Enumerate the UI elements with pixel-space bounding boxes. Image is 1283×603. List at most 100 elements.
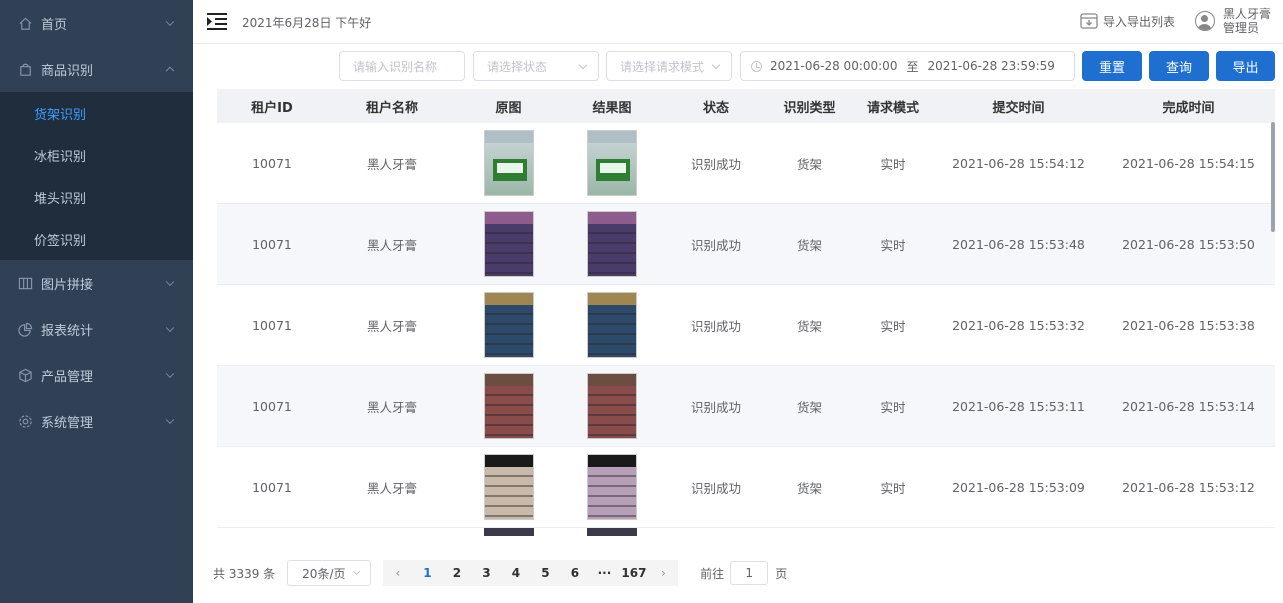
chevron-down-icon [165,323,175,333]
chevron-down-icon [165,17,175,27]
date-range-picker[interactable]: 2021-06-28 00:00:00 至 2021-06-28 23:59:5… [740,51,1075,81]
sidebar-item-reports[interactable]: 报表统计 [0,306,193,352]
chevron-down-icon [353,567,361,576]
goto-page-input[interactable]: 1 [730,561,769,585]
import-export-list-link[interactable]: 导入导出列表 [1079,11,1175,31]
image-thumbnail-partial [483,528,534,536]
tenant-name-cell: 黑人牙膏 [366,156,417,172]
submit-time-cell: 2021-06-28 15:53:48 [952,236,1085,252]
mode-cell: 实时 [880,156,906,172]
status-select[interactable]: 请选择状态 [473,51,599,81]
column-header: 状态 [702,100,729,116]
recognition-name-input[interactable]: 请输入识别名称 [339,51,465,81]
page-size-value: 20条/页 [302,566,346,581]
result-image-thumbnail[interactable] [587,373,637,439]
sidebar-subitem-shelf[interactable]: 货架识别 [0,92,193,134]
original-image-thumbnail[interactable] [483,130,534,196]
page-button[interactable]: 5 [531,566,561,580]
table-scrollbar[interactable] [1271,122,1275,232]
original-image-thumbnail[interactable] [483,211,534,277]
chevron-down-icon [711,60,721,70]
sidebar-item-label: 首页 [41,17,68,33]
submenu-product-recognition: 货架识别 冰柜识别 堆头识别 价签识别 [0,92,193,260]
sidebar-item-product-management[interactable]: 产品管理 [0,352,193,398]
pagination: 共 3339 条 20条/页 ‹ 1 2 3 4 5 6 ··· 167 › 前… [213,560,787,586]
table-row-partial [217,528,1275,539]
sidebar-item-product-recognition[interactable]: 商品识别 [0,46,193,92]
tenant-name-cell: 黑人牙膏 [366,237,417,253]
column-header: 结果图 [592,100,632,116]
sidebar-item-system-management[interactable]: 系统管理 [0,398,193,444]
next-page-button[interactable]: › [649,566,679,580]
clock-icon [751,60,762,72]
page-size-select[interactable]: 20条/页 [287,560,372,586]
home-icon [19,17,32,30]
column-header: 租户名称 [365,100,418,116]
chevron-up-icon [165,66,175,76]
status-placeholder: 请选择状态 [487,59,548,74]
goto-suffix: 页 [775,566,788,581]
chevron-down-icon [165,415,175,425]
menu-toggle-icon[interactable] [207,13,227,30]
sidebar-subitem-freezer[interactable]: 冰柜识别 [0,134,193,176]
result-image-thumbnail[interactable] [587,130,637,196]
tenant-id-cell: 10071 [252,479,292,495]
chevron-down-icon [165,369,175,379]
column-header: 租户ID [251,100,293,116]
original-image-thumbnail[interactable] [483,454,534,520]
reset-button[interactable]: 重置 [1082,51,1142,81]
user-menu[interactable]: 黑人牙膏 管理员 [1195,7,1271,35]
page-button[interactable]: 1 [413,566,443,580]
page-button[interactable]: 4 [501,566,531,580]
mode-cell: 实时 [880,399,906,415]
status-cell: 识别成功 [690,318,741,334]
sidebar-item-home[interactable]: 首页 [0,0,193,46]
mode-cell: 实时 [880,318,906,334]
sidebar: 首页 商品识别 货架识别 冰柜识别 堆头识别 价签识别 图片拼接 报表统计 产品… [0,0,193,603]
image-thumbnail-partial [587,528,637,536]
result-image-thumbnail[interactable] [587,211,637,277]
page-button[interactable]: 3 [472,566,502,580]
recognition-table: 租户ID 租户名称 原图 结果图 状态 识别类型 请求模式 提交时间 完成时间 … [217,89,1275,539]
sidebar-item-label: 产品管理 [41,369,94,385]
page-button[interactable]: 2 [442,566,472,580]
submit-time-cell: 2021-06-28 15:53:09 [952,479,1085,495]
search-button[interactable]: 查询 [1149,51,1209,81]
tenant-name-cell: 黑人牙膏 [366,399,417,415]
original-image-thumbnail[interactable] [483,292,534,358]
page-buttons: ‹ 1 2 3 4 5 6 ··· 167 › [383,560,679,586]
tenant-id-cell: 10071 [252,155,292,171]
finish-time-cell: 2021-06-28 15:53:12 [1122,479,1255,495]
page-button[interactable]: 167 [619,566,649,580]
sidebar-item-image-stitch[interactable]: 图片拼接 [0,260,193,306]
result-image-thumbnail[interactable] [587,454,637,520]
export-button[interactable]: 导出 [1216,51,1275,81]
type-cell: 货架 [796,237,822,253]
date-start: 2021-06-28 00:00:00 [770,59,898,73]
request-mode-select[interactable]: 请选择请求模式 [606,51,732,81]
table-header: 租户ID 租户名称 原图 结果图 状态 识别类型 请求模式 提交时间 完成时间 [217,89,1275,123]
tenant-id-cell: 10071 [252,236,292,252]
result-image-thumbnail[interactable] [587,292,637,358]
sidebar-item-label: 图片拼接 [41,277,94,293]
table-row: 10071 黑人牙膏 识别成功 货架 实时 2021-06-28 15:53:3… [217,285,1275,366]
original-image-thumbnail[interactable] [483,373,534,439]
tenant-name-cell: 黑人牙膏 [366,480,417,496]
type-cell: 货架 [796,156,822,172]
sidebar-item-label: 报表统计 [41,323,94,339]
column-header: 提交时间 [992,100,1045,116]
finish-time-cell: 2021-06-28 15:54:15 [1122,155,1255,171]
more-pages-button[interactable]: ··· [590,566,620,580]
status-cell: 识别成功 [690,156,741,172]
sidebar-subitem-endcap[interactable]: 堆头识别 [0,176,193,218]
sidebar-subitem-price-tag[interactable]: 价签识别 [0,218,193,260]
page-button[interactable]: 6 [560,566,590,580]
type-cell: 货架 [796,480,822,496]
bag-icon [20,63,31,76]
tenant-id-cell: 10071 [252,317,292,333]
goto-label: 前往 [700,566,725,581]
total-count: 共 3339 条 [213,566,276,581]
gear-icon [19,414,32,428]
finish-time-cell: 2021-06-28 15:53:50 [1122,236,1255,252]
prev-page-button[interactable]: ‹ [383,566,413,580]
